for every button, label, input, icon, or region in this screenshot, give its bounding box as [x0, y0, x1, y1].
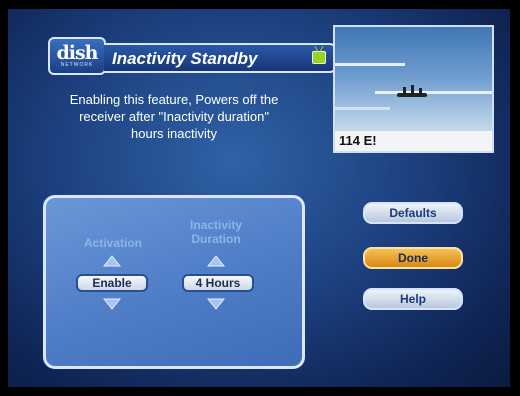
- title-bar: Inactivity Standby: [104, 43, 336, 73]
- description-line-1: Enabling this feature, Powers off the: [69, 92, 279, 107]
- logo-text: dish: [56, 42, 98, 64]
- video-preview: 114 E!: [333, 25, 494, 153]
- tv-icon: [312, 51, 326, 64]
- channel-label: 114 E!: [335, 131, 492, 151]
- activation-down-arrow-icon[interactable]: [103, 298, 121, 310]
- description-line-3: hours inactivity: [131, 126, 217, 141]
- duration-label: Inactivity Duration: [176, 218, 256, 246]
- boat-image: [397, 85, 427, 97]
- help-button[interactable]: Help: [363, 288, 463, 310]
- dish-logo: dish NETWORK: [48, 37, 106, 75]
- settings-panel: Activation Enable Inactivity Duration 4 …: [43, 195, 305, 369]
- duration-label-line-1: Inactivity: [189, 218, 243, 232]
- duration-down-arrow-icon[interactable]: [207, 298, 225, 310]
- duration-label-line-2: Duration: [191, 232, 241, 246]
- tv-screen: dish NETWORK Inactivity Standby Enabling…: [8, 9, 510, 387]
- activation-up-arrow-icon[interactable]: [103, 255, 121, 267]
- description-line-2: receiver after "Inactivity duration": [79, 109, 269, 124]
- done-button[interactable]: Done: [363, 247, 463, 269]
- page-title: Inactivity Standby: [112, 49, 258, 68]
- duration-up-arrow-icon[interactable]: [207, 255, 225, 267]
- feature-description: Enabling this feature, Powers off the re…: [24, 91, 324, 142]
- activation-label: Activation: [83, 236, 142, 250]
- duration-value[interactable]: 4 Hours: [182, 274, 254, 292]
- logo-subtext: NETWORK: [60, 62, 94, 68]
- activation-value[interactable]: Enable: [76, 274, 148, 292]
- defaults-button[interactable]: Defaults: [363, 202, 463, 224]
